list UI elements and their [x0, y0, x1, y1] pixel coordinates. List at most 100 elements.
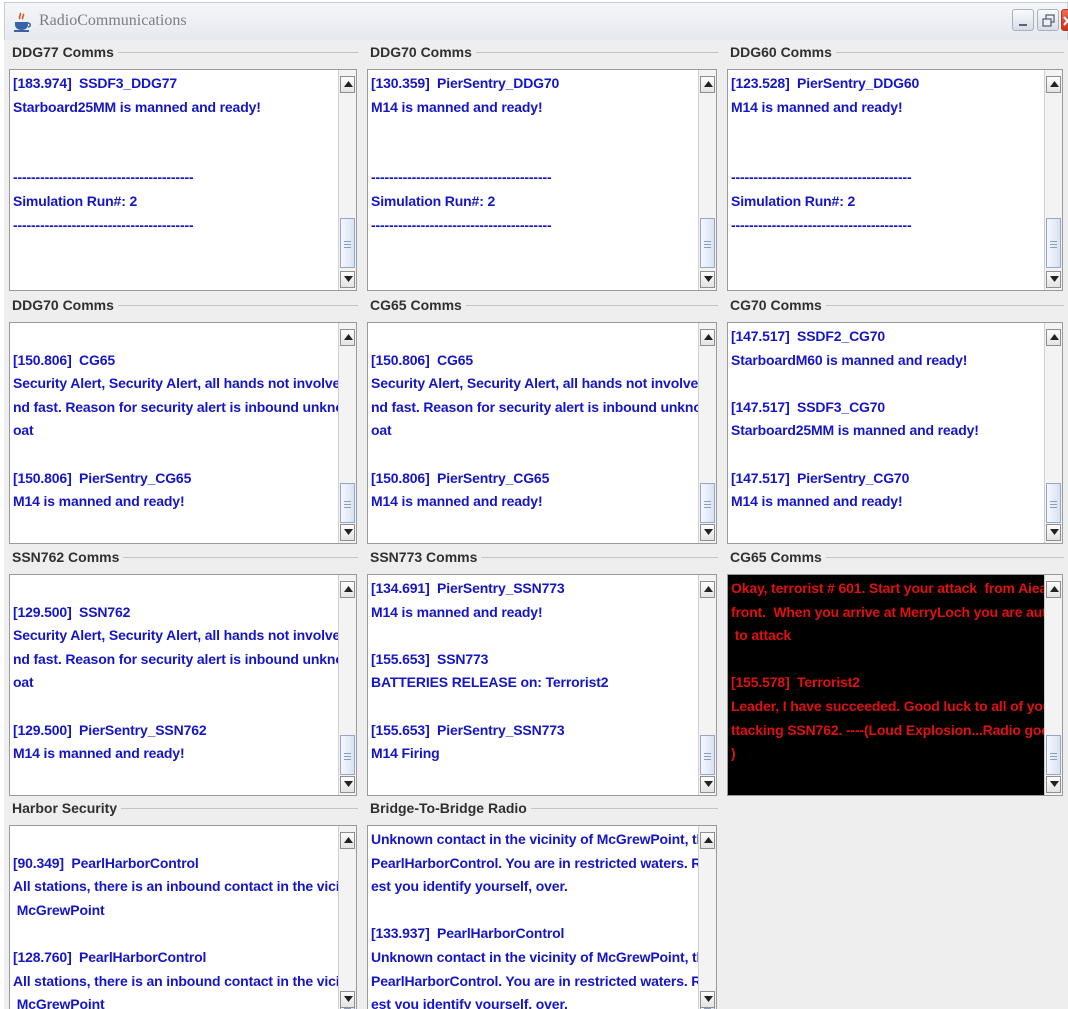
scroll-thumb[interactable] [340, 218, 355, 268]
arrow-up-icon [344, 334, 353, 340]
message-log[interactable]: [129.500] SSN762 Security Alert, Securit… [9, 574, 357, 796]
vertical-scrollbar[interactable] [338, 826, 356, 1009]
message-log[interactable]: [90.349] PearlHarborControl All stations… [9, 825, 357, 1009]
scroll-up-button[interactable] [1046, 76, 1061, 93]
message-log[interactable]: [147.517] SSDF2_CG70 StarboardM60 is man… [727, 322, 1063, 544]
message-text: [90.349] PearlHarborControl All stations… [13, 854, 356, 1009]
arrow-down-icon [704, 781, 713, 787]
vertical-scrollbar[interactable] [1044, 323, 1062, 543]
panel-divider [123, 557, 358, 558]
cg70-comms-panel: CG70 Comms [147.517] SSDF2_CG70 Starboard… [722, 293, 1068, 545]
close-button[interactable] [1061, 9, 1068, 31]
message-log[interactable]: [130.359] PierSentry_DDG70 M14 is manned… [367, 69, 717, 291]
ddg60-comms-panel: DDG60 Comms [123.528] PierSentry_DDG60 M1… [722, 40, 1068, 293]
thumb-grip [344, 507, 351, 508]
arrow-up-icon [704, 334, 713, 340]
message-text: [130.359] PierSentry_DDG70 M14 is manned… [371, 75, 560, 233]
scroll-down-button[interactable] [340, 524, 355, 541]
scroll-thumb[interactable] [340, 735, 355, 775]
message-log[interactable]: [183.974] SSDF3_DDG77 Starboard25MM is m… [9, 69, 357, 291]
message-log[interactable]: Okay, terrorist # 601. Start your attack… [727, 574, 1063, 796]
message-log[interactable]: [123.528] PierSentry_DDG60 M14 is manned… [727, 69, 1063, 291]
thumb-grip [344, 756, 351, 757]
arrow-down-icon [1050, 781, 1059, 787]
scroll-thumb[interactable] [1046, 218, 1061, 268]
scroll-up-button[interactable] [700, 832, 715, 849]
scroll-down-button[interactable] [700, 271, 715, 288]
scroll-thumb[interactable] [700, 218, 715, 268]
message-text: Okay, terrorist # 601. Start your attack… [731, 580, 1062, 762]
scroll-down-button[interactable] [1046, 271, 1061, 288]
arrow-up-icon [704, 837, 713, 843]
panel-title: SSN762 Comms [12, 549, 120, 565]
scroll-down-button[interactable] [700, 991, 715, 1008]
vertical-scrollbar[interactable] [698, 70, 716, 290]
thumb-grip [1050, 241, 1057, 242]
scroll-up-button[interactable] [700, 329, 715, 346]
title-bar[interactable]: RadioCommunications [4, 2, 1068, 40]
panel-divider [826, 557, 1064, 558]
vertical-scrollbar[interactable] [698, 826, 716, 1009]
bridge-to-bridge-radio-panel: Bridge-To-Bridge Radio Unknown contact in… [362, 796, 722, 1009]
vertical-scrollbar[interactable] [338, 323, 356, 543]
thumb-grip [704, 241, 711, 242]
message-log[interactable]: [134.691] PierSentry_SSN773 M14 is manne… [367, 574, 717, 796]
thumb-grip [704, 247, 711, 248]
message-text: [129.500] SSN762 Security Alert, Securit… [13, 603, 357, 762]
scroll-up-button[interactable] [1046, 581, 1061, 598]
panel-divider [121, 808, 358, 809]
scroll-down-button[interactable] [340, 991, 355, 1008]
scroll-thumb[interactable] [340, 483, 355, 523]
thumb-grip [704, 504, 711, 505]
arrow-down-icon [704, 529, 713, 535]
thumb-grip [1050, 247, 1057, 248]
arrow-up-icon [344, 837, 353, 843]
message-log[interactable]: [150.806] CG65 Security Alert, Security … [367, 322, 717, 544]
thumb-grip [704, 507, 711, 508]
scroll-down-button[interactable] [1046, 776, 1061, 793]
panel-divider [481, 557, 718, 558]
thumb-grip [704, 244, 711, 245]
scroll-up-button[interactable] [1046, 329, 1061, 346]
panel-title: DDG70 Comms [370, 44, 472, 60]
arrow-up-icon [1050, 81, 1059, 87]
message-log[interactable]: Unknown contact in the vicinity of McGre… [367, 825, 717, 1009]
message-text: [150.806] CG65 Security Alert, Security … [13, 351, 357, 510]
vertical-scrollbar[interactable] [698, 323, 716, 543]
maximize-button[interactable] [1037, 9, 1059, 31]
scroll-up-button[interactable] [340, 329, 355, 346]
scroll-down-button[interactable] [340, 776, 355, 793]
minimize-button[interactable] [1012, 9, 1034, 31]
message-text: [150.806] CG65 Security Alert, Security … [371, 351, 717, 510]
scroll-thumb[interactable] [700, 735, 715, 775]
arrow-down-icon [344, 996, 353, 1002]
vertical-scrollbar[interactable] [338, 70, 356, 290]
scroll-thumb[interactable] [700, 483, 715, 523]
thumb-grip [344, 759, 351, 760]
arrow-down-icon [1050, 529, 1059, 535]
thumb-grip [344, 753, 351, 754]
scroll-down-button[interactable] [1046, 524, 1061, 541]
thumb-grip [1050, 504, 1057, 505]
arrow-up-icon [704, 586, 713, 592]
scroll-up-button[interactable] [340, 832, 355, 849]
message-text: Unknown contact in the vicinity of McGre… [371, 831, 716, 1009]
scroll-up-button[interactable] [700, 581, 715, 598]
scroll-up-button[interactable] [340, 581, 355, 598]
ddg70-comms-2-panel: DDG70 Comms [150.806] CG65 Security Aler… [4, 293, 362, 545]
scroll-thumb[interactable] [1046, 483, 1061, 523]
message-log[interactable]: [150.806] CG65 Security Alert, Security … [9, 322, 357, 544]
scroll-down-button[interactable] [700, 524, 715, 541]
vertical-scrollbar[interactable] [338, 575, 356, 795]
panel-divider [118, 52, 358, 53]
scroll-down-button[interactable] [340, 271, 355, 288]
vertical-scrollbar[interactable] [1044, 575, 1062, 795]
thumb-grip [704, 753, 711, 754]
scroll-thumb[interactable] [1046, 735, 1061, 775]
scroll-up-button[interactable] [700, 76, 715, 93]
ddg70-comms-panel: DDG70 Comms [130.359] PierSentry_DDG70 M1… [362, 40, 722, 293]
vertical-scrollbar[interactable] [1044, 70, 1062, 290]
vertical-scrollbar[interactable] [698, 575, 716, 795]
scroll-up-button[interactable] [340, 76, 355, 93]
scroll-down-button[interactable] [700, 776, 715, 793]
